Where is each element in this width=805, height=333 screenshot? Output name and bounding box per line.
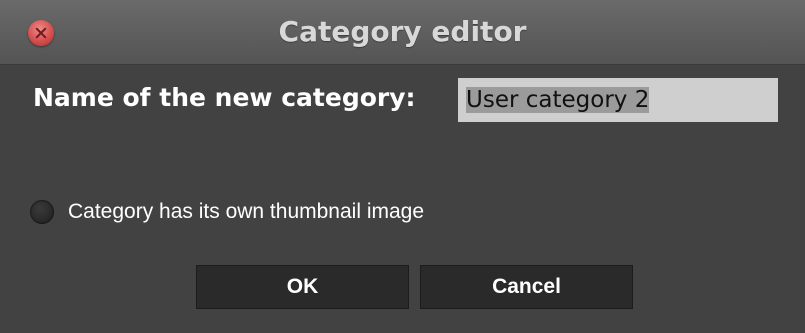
category-name-input[interactable]: User category 2 <box>458 78 778 122</box>
ok-button[interactable]: OK <box>196 265 409 309</box>
category-name-label: Name of the new category: <box>33 83 416 112</box>
window-title: Category editor <box>278 15 527 48</box>
thumbnail-radio[interactable] <box>30 200 54 224</box>
thumbnail-option[interactable]: Category has its own thumbnail image <box>30 197 424 227</box>
title-bar[interactable]: Category editor <box>0 0 805 65</box>
category-editor-window: Category editor Name of the new category… <box>0 0 805 333</box>
cancel-button[interactable]: Cancel <box>420 265 633 309</box>
thumbnail-label: Category has its own thumbnail image <box>68 200 425 223</box>
category-name-value: User category 2 <box>466 87 650 113</box>
